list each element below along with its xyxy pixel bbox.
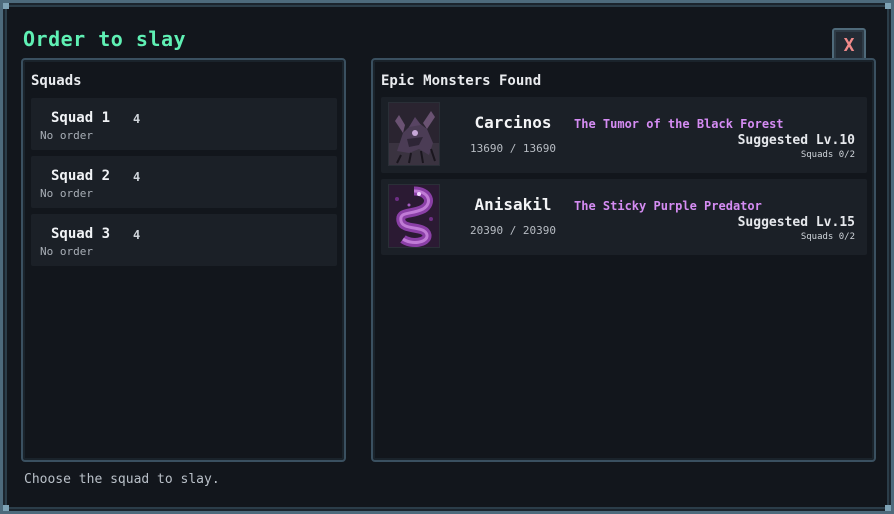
squad-order-status: No order <box>40 129 93 142</box>
crab-monster-icon <box>389 103 439 165</box>
monster-hp: 13690 / 13690 <box>469 142 557 155</box>
monster-name: Carcinos <box>474 113 552 132</box>
squad-name: Squad 1 <box>51 110 111 126</box>
squad-name: Squad 2 <box>51 168 111 184</box>
squad-member-count: 4 <box>133 170 141 184</box>
frame-corner <box>885 3 891 9</box>
monster-entry-anisakil[interactable]: Anisakil 20390 / 20390 The Sticky Purple… <box>381 179 867 255</box>
monster-squads-assigned: Squads 0/2 <box>800 150 855 160</box>
serpent-monster-icon <box>389 185 439 247</box>
monster-hp: 20390 / 20390 <box>469 224 557 237</box>
squad-item-2[interactable]: Squad 2 4 No order <box>31 156 337 208</box>
monster-epithet: The Tumor of the Black Forest <box>574 117 784 131</box>
squad-item-3[interactable]: Squad 3 4 No order <box>31 214 337 266</box>
squad-member-count: 4 <box>133 228 141 242</box>
monster-epithet: The Sticky Purple Predator <box>574 199 762 213</box>
monster-portrait-carcinos <box>388 102 440 166</box>
close-icon: X <box>843 34 855 56</box>
monster-squads-assigned: Squads 0/2 <box>800 232 855 242</box>
squad-order-status: No order <box>40 187 93 200</box>
monster-name: Anisakil <box>474 195 552 214</box>
monsters-panel-title: Epic Monsters Found <box>381 73 542 89</box>
squad-name: Squad 3 <box>51 226 111 242</box>
monster-suggested-level: Suggested Lv.10 <box>737 133 855 148</box>
frame-corner <box>885 505 891 511</box>
monster-portrait-anisakil <box>388 184 440 248</box>
window-title: Order to slay <box>23 27 187 51</box>
squad-member-count: 4 <box>133 112 141 126</box>
frame-corner <box>3 505 9 511</box>
squads-panel-title: Squads <box>31 73 82 89</box>
squads-panel: Squads Squad 1 4 No order Squad 2 4 No o… <box>21 58 346 462</box>
close-button[interactable]: X <box>832 28 866 62</box>
squad-order-status: No order <box>40 245 93 258</box>
monster-suggested-level: Suggested Lv.15 <box>737 215 855 230</box>
order-to-slay-window: Order to slay X Squads Squad 1 4 No orde… <box>0 0 894 514</box>
squad-item-1[interactable]: Squad 1 4 No order <box>31 98 337 150</box>
frame-corner <box>3 3 9 9</box>
footer-hint: Choose the squad to slay. <box>24 472 220 487</box>
monster-entry-carcinos[interactable]: Carcinos 13690 / 13690 The Tumor of the … <box>381 97 867 173</box>
epic-monsters-panel: Epic Monsters Found Carcinos 13690 / 136… <box>371 58 876 462</box>
